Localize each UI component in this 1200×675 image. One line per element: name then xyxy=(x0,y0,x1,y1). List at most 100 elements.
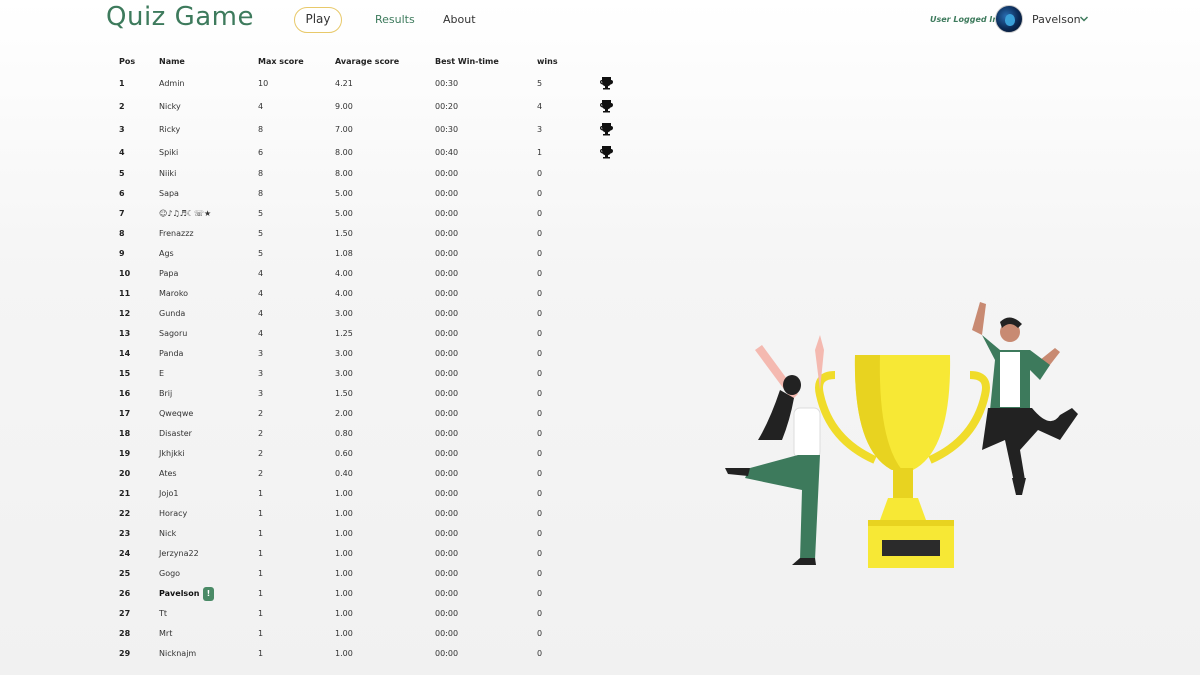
row-wins: 0 xyxy=(537,509,543,518)
row-wins: 0 xyxy=(537,209,543,218)
top-navbar: Quiz Game Play Results About User Logged… xyxy=(0,0,1200,44)
row-avg-score: 4.21 xyxy=(335,79,353,88)
app-logo[interactable]: Quiz Game xyxy=(106,2,254,32)
row-name: Papa xyxy=(159,269,179,278)
table-row: 22 Horacy 1 1.00 00:00 0 xyxy=(0,504,620,524)
row-max-score: 1 xyxy=(258,649,264,658)
table-row: 25 Gogo 1 1.00 00:00 0 xyxy=(0,564,620,584)
user-avatar[interactable] xyxy=(995,5,1023,33)
row-avg-score: 0.80 xyxy=(335,429,353,438)
row-wins: 0 xyxy=(537,629,543,638)
table-row: 28 Mrt 1 1.00 00:00 0 xyxy=(0,624,620,644)
row-max-score: 3 xyxy=(258,389,264,398)
row-avg-score: 1.00 xyxy=(335,489,353,498)
row-avg-score: 1.00 xyxy=(335,529,353,538)
row-pos: 6 xyxy=(119,189,125,198)
row-wins: 5 xyxy=(537,79,543,88)
table-row: 4 Spiki 6 8.00 00:40 1 xyxy=(0,141,620,164)
row-name: ☺♪♫♬☾☏★ xyxy=(159,209,212,218)
trophy-icon xyxy=(600,146,613,159)
row-pos: 19 xyxy=(119,449,131,458)
table-row: 11 Maroko 4 4.00 00:00 0 xyxy=(0,284,620,304)
row-wins: 0 xyxy=(537,609,543,618)
row-pos: 21 xyxy=(119,489,131,498)
row-avg-score: 9.00 xyxy=(335,102,353,111)
table-row: 13 Sagoru 4 1.25 00:00 0 xyxy=(0,324,620,344)
row-pos: 25 xyxy=(119,569,131,578)
row-wins: 4 xyxy=(537,102,543,111)
table-row: 10 Papa 4 4.00 00:00 0 xyxy=(0,264,620,284)
row-pos: 18 xyxy=(119,429,131,438)
row-wins: 0 xyxy=(537,489,543,498)
table-row: 14 Panda 3 3.00 00:00 0 xyxy=(0,344,620,364)
row-pos: 16 xyxy=(119,389,131,398)
row-best-time: 00:00 xyxy=(435,609,459,618)
row-pos: 1 xyxy=(119,79,125,88)
trophy-icon xyxy=(600,100,613,113)
row-pos: 7 xyxy=(119,209,125,218)
row-name: Nick xyxy=(159,529,177,538)
row-best-time: 00:00 xyxy=(435,349,459,358)
row-max-score: 4 xyxy=(258,289,264,298)
row-wins: 0 xyxy=(537,569,543,578)
woman-figure xyxy=(725,335,824,565)
row-best-time: 00:00 xyxy=(435,589,459,598)
username-label[interactable]: Pavelson xyxy=(1032,13,1081,26)
row-name: Pavelson xyxy=(159,589,200,598)
row-pos: 20 xyxy=(119,469,131,478)
row-wins: 0 xyxy=(537,329,543,338)
row-max-score: 4 xyxy=(258,329,264,338)
row-best-time: 00:00 xyxy=(435,369,459,378)
row-name: Nicknajm xyxy=(159,649,197,658)
row-best-time: 00:00 xyxy=(435,229,459,238)
row-max-score: 5 xyxy=(258,229,264,238)
row-wins: 0 xyxy=(537,369,543,378)
row-wins: 0 xyxy=(537,289,543,298)
row-avg-score: 3.00 xyxy=(335,369,353,378)
row-wins: 3 xyxy=(537,125,543,134)
row-name: Ates xyxy=(159,469,177,478)
table-row: 5 Niiki 8 8.00 00:00 0 xyxy=(0,164,620,184)
header-avg-score: Avarage score xyxy=(335,57,400,66)
table-header-row: Pos Name Max score Avarage score Best Wi… xyxy=(0,52,620,72)
table-row: 19 Jkhjkki 2 0.60 00:00 0 xyxy=(0,444,620,464)
row-name: Maroko xyxy=(159,289,189,298)
table-body: 1 Admin 10 4.21 00:30 5 2 Nicky 4 9.00 00:20 4 3 Rick… xyxy=(0,72,620,664)
nav-play-button[interactable]: Play xyxy=(294,7,342,33)
trophy-icon xyxy=(600,77,613,90)
row-max-score: 1 xyxy=(258,629,264,638)
row-avg-score: 5.00 xyxy=(335,209,353,218)
header-pos: Pos xyxy=(119,57,136,66)
row-max-score: 4 xyxy=(258,309,264,318)
chevron-down-icon[interactable] xyxy=(1079,14,1089,24)
nav-results-link[interactable]: Results xyxy=(375,13,415,26)
row-best-time: 00:40 xyxy=(435,148,459,157)
row-max-score: 8 xyxy=(258,169,264,178)
row-best-time: 00:00 xyxy=(435,549,459,558)
row-avg-score: 1.00 xyxy=(335,589,353,598)
table-row: 29 Nicknajm 1 1.00 00:00 0 xyxy=(0,644,620,664)
row-wins: 0 xyxy=(537,169,543,178)
row-max-score: 4 xyxy=(258,102,264,111)
row-max-score: 8 xyxy=(258,125,264,134)
row-name: Jkhjkki xyxy=(159,449,185,458)
user-status-text: User Logged In! xyxy=(930,15,1002,24)
row-max-score: 2 xyxy=(258,429,264,438)
row-wins: 0 xyxy=(537,229,543,238)
row-avg-score: 1.50 xyxy=(335,389,353,398)
row-best-time: 00:30 xyxy=(435,125,459,134)
nav-about-link[interactable]: About xyxy=(443,13,476,26)
row-max-score: 5 xyxy=(258,249,264,258)
row-best-time: 00:00 xyxy=(435,649,459,658)
row-wins: 0 xyxy=(537,189,543,198)
row-pos: 5 xyxy=(119,169,125,178)
row-wins: 0 xyxy=(537,249,543,258)
row-best-time: 00:00 xyxy=(435,409,459,418)
row-name: Horacy xyxy=(159,509,188,518)
row-pos: 14 xyxy=(119,349,131,358)
row-max-score: 6 xyxy=(258,148,264,157)
row-best-time: 00:00 xyxy=(435,309,459,318)
table-row: 23 Nick 1 1.00 00:00 0 xyxy=(0,524,620,544)
row-avg-score: 1.00 xyxy=(335,609,353,618)
row-max-score: 10 xyxy=(258,79,269,88)
